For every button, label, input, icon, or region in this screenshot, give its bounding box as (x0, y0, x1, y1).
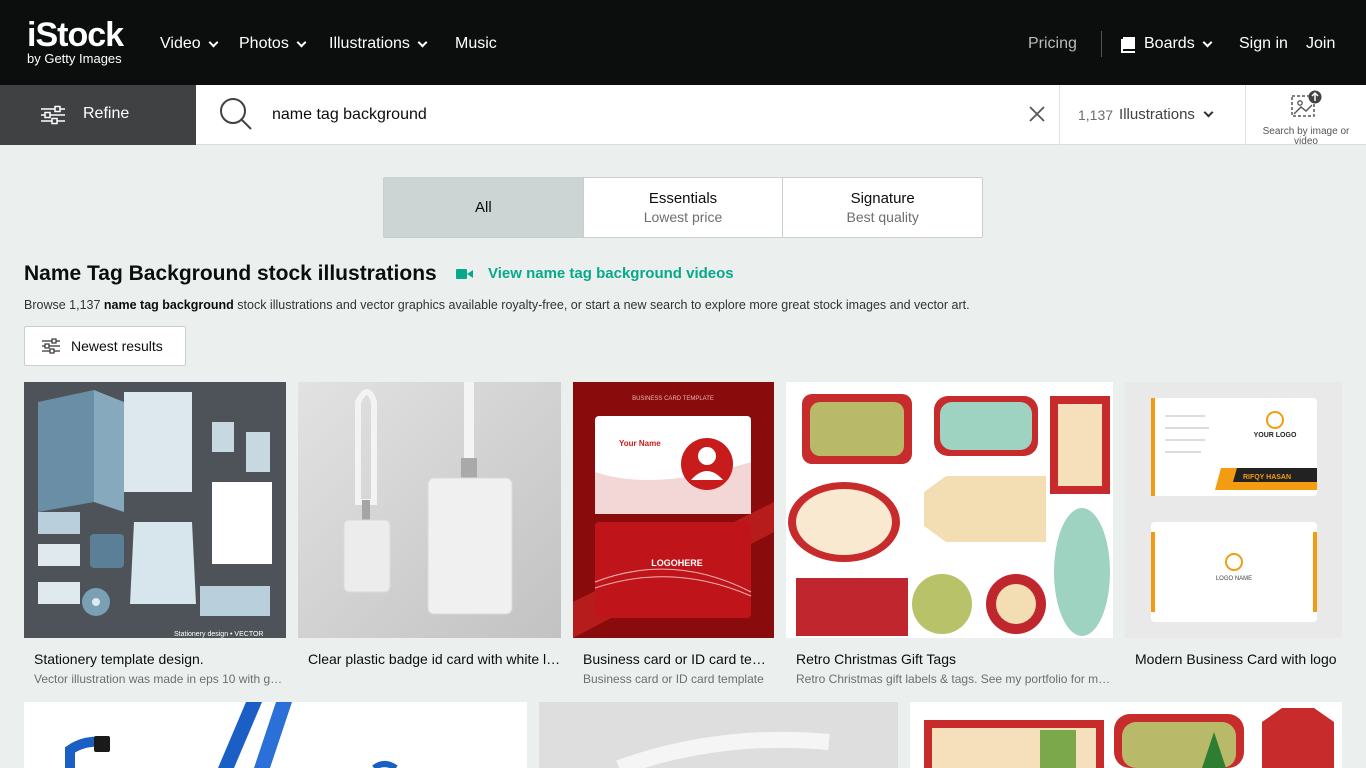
result-thumbnail[interactable] (298, 382, 561, 638)
view-videos-link[interactable]: View name tag background videos (456, 265, 734, 282)
top-navigation: iStock by Getty Images Video Photos Illu… (0, 0, 1366, 85)
view-videos-label: View name tag background videos (488, 265, 734, 282)
badge-image (298, 382, 561, 638)
nav-join[interactable]: Join (1306, 33, 1335, 55)
result-thumbnail[interactable] (24, 702, 527, 768)
nav-video-label: Video (160, 35, 201, 52)
result-description: Retro Christmas gift labels & tags. See … (796, 672, 1113, 686)
nav-music-label: Music (455, 35, 497, 52)
tab-label: All (475, 199, 492, 216)
chevron-down-icon (417, 37, 428, 47)
search-input[interactable] (272, 101, 1012, 129)
sliders-icon (41, 105, 65, 125)
sign-in-label: Sign in (1239, 35, 1288, 52)
tab-signature[interactable]: Signature Best quality (783, 178, 982, 237)
chevron-down-icon (1203, 107, 1214, 118)
thumb-header: BUSINESS CARD TEMPLATE (632, 396, 714, 402)
result-description: Vector illustration was made in eps 10 w… (34, 672, 286, 686)
thumb-caption: Stationery design • VECTOR (174, 631, 263, 638)
result-thumbnail[interactable] (910, 702, 1342, 768)
result-title: Stationery template design. (34, 651, 204, 667)
tab-sublabel: Lowest price (643, 209, 723, 225)
result-title: Modern Business Card with logo (1135, 651, 1337, 667)
chevron-down-icon (208, 37, 219, 47)
christmas-tags-image (910, 702, 1342, 768)
license-tabs: All Essentials Lowest price Signature Be… (383, 177, 983, 238)
result-thumbnail[interactable]: YOUR LOGO RIFQY HASAN LOGO NAME (1125, 382, 1342, 638)
thumb-logo-name: LOGO NAME (1216, 576, 1252, 582)
browse-description: Browse 1,137 name tag background stock i… (24, 298, 970, 312)
chevron-down-icon (1202, 37, 1213, 47)
search-by-image-label: Search by image or video (1262, 126, 1350, 147)
result-thumbnail[interactable]: BUSINESS CARD TEMPLATE Your Name LOGOHER… (573, 382, 774, 638)
media-type-label: Illustrations (1119, 106, 1195, 123)
tab-all[interactable]: All (384, 178, 584, 237)
nav-boards-label: Boards (1144, 35, 1195, 52)
nav-sign-in[interactable]: Sign in (1239, 33, 1288, 55)
business-card-image: BUSINESS CARD TEMPLATE Your Name LOGOHER… (573, 382, 774, 638)
result-thumbnail[interactable] (786, 382, 1113, 638)
search-divider (1245, 85, 1246, 145)
result-card[interactable]: Retro Christmas Gift Tags Retro Christma… (786, 382, 1113, 686)
nav-illustrations-label: Illustrations (329, 35, 410, 52)
nav-divider (1101, 31, 1102, 57)
logo-wordmark: iStock (27, 16, 124, 54)
lanyard-strap-image (539, 702, 898, 768)
logo-subtitle: by Getty Images (27, 51, 122, 66)
tab-essentials[interactable]: Essentials Lowest price (584, 178, 784, 237)
sort-button[interactable]: Newest results (24, 326, 186, 366)
stationery-image: Stationery design • VECTOR (24, 382, 286, 638)
result-count: 1,137 (1078, 106, 1114, 123)
result-title: Retro Christmas Gift Tags (796, 651, 957, 667)
page-title: Name Tag Background stock illustrations (24, 262, 437, 285)
result-card[interactable]: YOUR LOGO RIFQY HASAN LOGO NAME Modern B… (1125, 382, 1342, 667)
result-card[interactable]: Stationery design • VECTOR Stationery te… (24, 382, 286, 686)
thumb-logo: LOGOHERE (651, 558, 703, 568)
boards-icon (1121, 37, 1135, 53)
thumb-logo: YOUR LOGO (1254, 432, 1297, 439)
nav-pricing[interactable]: Pricing (1028, 33, 1077, 55)
refine-button[interactable]: Refine (0, 85, 196, 145)
thumb-name: Your Name (619, 439, 661, 448)
lanyard-image (24, 702, 527, 768)
search-bar: Refine 1,137 Illustrations Search by ima… (0, 85, 1366, 147)
chevron-down-icon (296, 37, 307, 47)
nav-boards[interactable]: Boards (1121, 33, 1213, 55)
sliders-icon (42, 338, 60, 354)
close-icon[interactable] (1027, 104, 1047, 124)
nav-illustrations[interactable]: Illustrations (329, 33, 428, 55)
nav-music[interactable]: Music (455, 33, 497, 55)
result-thumbnail[interactable] (539, 702, 898, 768)
nav-pricing-label: Pricing (1028, 35, 1077, 52)
result-thumbnail[interactable]: Stationery design • VECTOR (24, 382, 286, 638)
christmas-tags-image (786, 382, 1113, 638)
search-icon[interactable] (219, 97, 253, 131)
nav-photos-label: Photos (239, 35, 289, 52)
tab-sublabel: Best quality (846, 209, 919, 225)
istock-logo[interactable]: iStock by Getty Images (27, 18, 139, 68)
nav-photos[interactable]: Photos (239, 33, 307, 55)
thumb-name: RIFQY HASAN (1243, 474, 1291, 481)
result-description: Business card or ID card template (583, 672, 764, 686)
sort-label: Newest results (71, 338, 163, 354)
search-by-image-button[interactable]: Search by image or video (1262, 90, 1350, 147)
result-card[interactable]: Clear plastic badge id card with white l… (298, 382, 561, 667)
browse-prefix: Browse 1,137 (24, 298, 104, 312)
tab-label: Signature (850, 190, 915, 207)
modern-business-card-image: YOUR LOGO RIFQY HASAN LOGO NAME (1125, 382, 1342, 638)
browse-term: name tag background (103, 298, 234, 312)
image-search-icon (1291, 90, 1322, 117)
nav-video[interactable]: Video (160, 33, 219, 55)
result-card[interactable]: BUSINESS CARD TEMPLATE Your Name LOGOHER… (573, 382, 774, 686)
browse-suffix: stock illustrations and vector graphics … (233, 298, 970, 312)
media-type-dropdown[interactable]: 1,137 Illustrations (1078, 106, 1214, 123)
result-title: Business card or ID card template (583, 651, 774, 667)
result-title: Clear plastic badge id card with white l… (308, 651, 561, 667)
join-label: Join (1306, 35, 1336, 52)
refine-label: Refine (83, 105, 130, 122)
video-camera-icon (456, 268, 474, 280)
tab-label: Essentials (648, 190, 718, 207)
search-divider (1059, 85, 1060, 145)
